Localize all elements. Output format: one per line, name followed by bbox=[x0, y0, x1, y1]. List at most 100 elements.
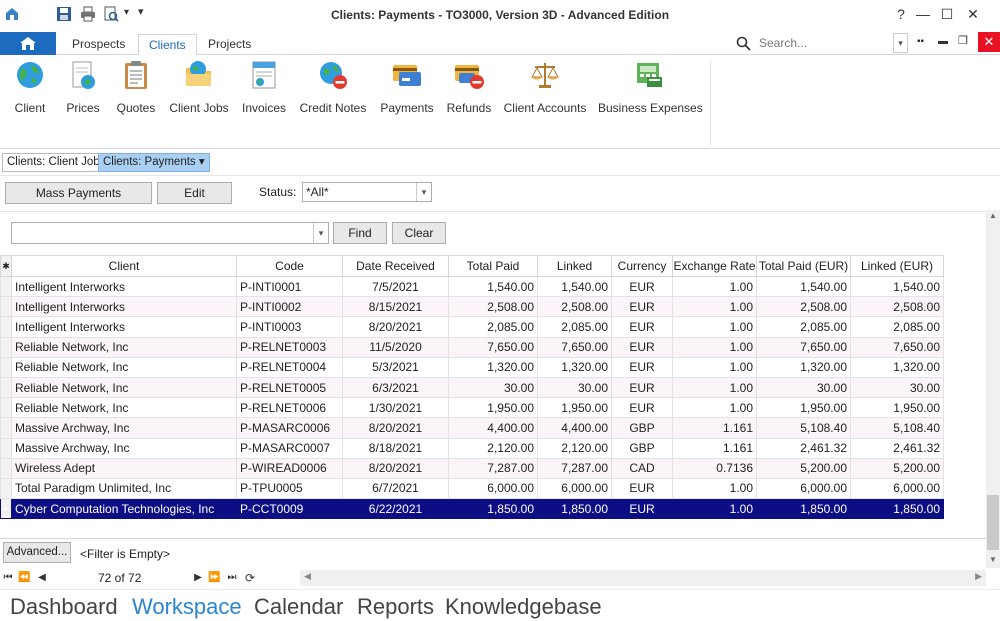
cell-exchange-rate[interactable]: 1.00 bbox=[672, 275, 757, 298]
tab-prospects[interactable]: Prospects bbox=[62, 34, 135, 55]
cell-currency[interactable]: GBP bbox=[611, 417, 673, 439]
cell-total-paid[interactable]: 1,540.00 bbox=[448, 275, 538, 298]
cell-date-received[interactable]: 8/20/2021 bbox=[342, 457, 449, 479]
next-page-icon[interactable]: ⏩ bbox=[208, 570, 220, 586]
row-indicator[interactable] bbox=[0, 275, 12, 298]
table-row[interactable]: Intelligent Interworks P-INTI0003 8/20/202… bbox=[0, 316, 944, 338]
cell-total-paid[interactable]: 30.00 bbox=[448, 376, 538, 399]
row-indicator[interactable] bbox=[0, 296, 12, 318]
table-row[interactable]: ▸ Cyber Computation Technologies, Inc P-CC… bbox=[0, 498, 944, 520]
cell-total-paid-eur[interactable]: 5,200.00 bbox=[756, 457, 851, 479]
row-indicator[interactable] bbox=[0, 376, 12, 399]
client-jobs-button[interactable]: Client Jobs bbox=[168, 59, 230, 119]
last-record-icon[interactable]: ⏭ bbox=[226, 570, 238, 586]
cell-total-paid-eur[interactable]: 2,508.00 bbox=[756, 296, 851, 318]
cell-currency[interactable]: EUR bbox=[611, 356, 673, 378]
cell-total-paid-eur[interactable]: 2,461.32 bbox=[756, 437, 851, 459]
cell-total-paid[interactable]: 2,085.00 bbox=[448, 316, 538, 338]
column-header-date-received[interactable]: Date Received bbox=[342, 255, 449, 277]
cell-linked[interactable]: 2,508.00 bbox=[537, 296, 612, 318]
cell-client[interactable]: Cyber Computation Technologies, Inc bbox=[11, 498, 237, 520]
cell-client[interactable]: Reliable Network, Inc bbox=[11, 356, 237, 378]
search-input[interactable]: Search... bbox=[759, 36, 807, 50]
cell-exchange-rate[interactable]: 1.00 bbox=[672, 316, 757, 338]
cell-code[interactable]: P-RELNET0006 bbox=[236, 397, 343, 419]
collapse-ribbon-icon[interactable]: ▪▪ bbox=[917, 36, 924, 47]
cell-date-received[interactable]: 5/3/2021 bbox=[342, 356, 449, 378]
horizontal-scrollbar[interactable]: ◀ ▶ bbox=[300, 570, 986, 586]
cell-linked-eur[interactable]: 5,200.00 bbox=[850, 457, 944, 479]
cell-currency[interactable]: EUR bbox=[611, 397, 673, 419]
edit-button[interactable]: Edit bbox=[157, 182, 232, 204]
cell-currency[interactable]: GBP bbox=[611, 437, 673, 459]
cell-date-received[interactable]: 6/7/2021 bbox=[342, 477, 449, 500]
row-indicator[interactable] bbox=[0, 356, 12, 378]
column-header-linked[interactable]: Linked bbox=[537, 255, 612, 277]
chevron-down-icon[interactable]: ▾ bbox=[313, 223, 328, 243]
maximize-button[interactable]: ☐ bbox=[936, 4, 958, 24]
cell-exchange-rate[interactable]: 1.00 bbox=[672, 296, 757, 318]
refresh-icon[interactable]: ⟳ bbox=[244, 570, 256, 586]
cell-currency[interactable]: EUR bbox=[611, 296, 673, 318]
row-indicator[interactable] bbox=[0, 316, 12, 338]
next-record-icon[interactable]: ▶ bbox=[192, 570, 204, 586]
column-header-currency[interactable]: Currency bbox=[611, 255, 673, 277]
scroll-thumb[interactable] bbox=[987, 495, 999, 550]
cell-total-paid-eur[interactable]: 30.00 bbox=[756, 376, 851, 399]
invoices-button[interactable]: Invoices bbox=[240, 59, 288, 119]
cell-client[interactable]: Reliable Network, Inc bbox=[11, 376, 237, 399]
cell-exchange-rate[interactable]: 1.00 bbox=[672, 376, 757, 399]
cell-total-paid[interactable]: 1,850.00 bbox=[448, 498, 538, 520]
cell-total-paid-eur[interactable]: 1,850.00 bbox=[756, 498, 851, 520]
cell-client[interactable]: Intelligent Interworks bbox=[11, 316, 237, 338]
nav-dashboard[interactable]: Dashboard bbox=[10, 594, 118, 620]
nav-knowledgebase[interactable]: Knowledgebase bbox=[445, 594, 602, 620]
cell-client[interactable]: Intelligent Interworks bbox=[11, 296, 237, 318]
cell-code[interactable]: P-TPU0005 bbox=[236, 477, 343, 500]
table-row[interactable]: Intelligent Interworks P-INTI0002 8/15/202… bbox=[0, 296, 944, 318]
cell-currency[interactable]: EUR bbox=[611, 275, 673, 298]
cell-code[interactable]: P-RELNET0003 bbox=[236, 336, 343, 358]
table-row[interactable]: Reliable Network, Inc P-RELNET0004 5/3/202… bbox=[0, 356, 944, 378]
doctab-payments[interactable]: Clients: Payments ▾ bbox=[98, 153, 210, 172]
cell-date-received[interactable]: 7/5/2021 bbox=[342, 275, 449, 298]
cell-date-received[interactable]: 8/18/2021 bbox=[342, 437, 449, 459]
tab-projects[interactable]: Projects bbox=[198, 34, 261, 55]
refunds-button[interactable]: Refunds bbox=[445, 59, 493, 119]
column-header-total-paid[interactable]: Total Paid bbox=[448, 255, 538, 277]
cell-exchange-rate[interactable]: 1.161 bbox=[672, 417, 757, 439]
cell-client[interactable]: Reliable Network, Inc bbox=[11, 336, 237, 358]
cell-date-received[interactable]: 6/3/2021 bbox=[342, 376, 449, 399]
cell-linked-eur[interactable]: 30.00 bbox=[850, 376, 944, 399]
cell-linked[interactable]: 30.00 bbox=[537, 376, 612, 399]
cell-linked[interactable]: 1,320.00 bbox=[537, 356, 612, 378]
cell-exchange-rate[interactable]: 1.00 bbox=[672, 336, 757, 358]
mdi-restore-icon[interactable]: ❐ bbox=[958, 34, 968, 47]
close-button[interactable]: ✕ bbox=[962, 4, 984, 24]
client-accounts-button[interactable]: Client Accounts bbox=[503, 59, 587, 119]
nav-workspace[interactable]: Workspace bbox=[132, 594, 242, 620]
cell-date-received[interactable]: 11/5/2020 bbox=[342, 336, 449, 358]
nav-calendar[interactable]: Calendar bbox=[254, 594, 343, 620]
row-indicator[interactable] bbox=[0, 417, 12, 439]
column-header-code[interactable]: Code bbox=[236, 255, 343, 277]
client-button[interactable]: Client bbox=[12, 59, 48, 119]
scroll-down-icon[interactable]: ▼ bbox=[989, 555, 997, 564]
cell-client[interactable]: Reliable Network, Inc bbox=[11, 397, 237, 419]
cell-linked-eur[interactable]: 2,461.32 bbox=[850, 437, 944, 459]
cell-client[interactable]: Intelligent Interworks bbox=[11, 275, 237, 298]
cell-exchange-rate[interactable]: 0.7136 bbox=[672, 457, 757, 479]
cell-total-paid[interactable]: 7,287.00 bbox=[448, 457, 538, 479]
column-header-linked-eur[interactable]: Linked (EUR) bbox=[850, 255, 944, 277]
row-indicator[interactable] bbox=[0, 336, 12, 358]
cell-code[interactable]: P-INTI0002 bbox=[236, 296, 343, 318]
cell-exchange-rate[interactable]: 1.00 bbox=[672, 356, 757, 378]
cell-linked-eur[interactable]: 2,508.00 bbox=[850, 296, 944, 318]
table-row[interactable]: Reliable Network, Inc P-RELNET0006 1/30/20… bbox=[0, 397, 944, 419]
cell-linked[interactable]: 1,540.00 bbox=[537, 275, 612, 298]
table-row[interactable]: Intelligent Interworks P-INTI0001 7/5/2021… bbox=[0, 275, 944, 298]
scroll-right-icon[interactable]: ▶ bbox=[975, 571, 982, 582]
cell-linked-eur[interactable]: 1,540.00 bbox=[850, 275, 944, 298]
table-row[interactable]: Reliable Network, Inc P-RELNET0005 6/3/202… bbox=[0, 376, 944, 399]
mdi-minimize-icon[interactable]: ▬ bbox=[938, 36, 948, 47]
